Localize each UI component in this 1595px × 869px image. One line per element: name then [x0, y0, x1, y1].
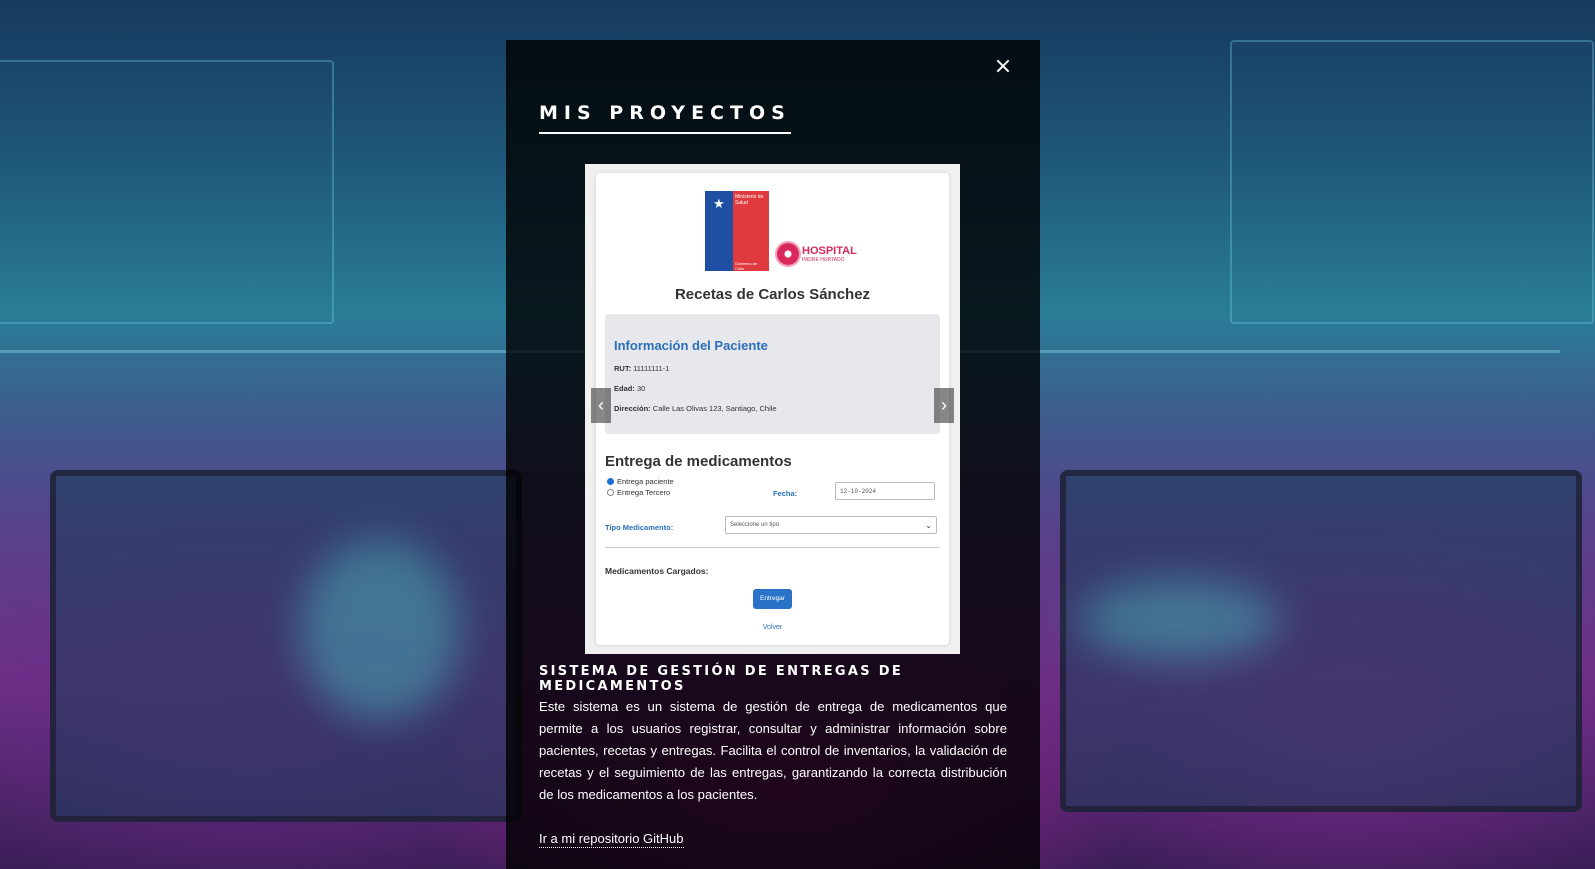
divider — [605, 547, 940, 548]
patient-direccion: Dirección: Calle Las Olivas 123, Santiag… — [614, 404, 777, 413]
recetas-title: Recetas de Carlos Sánchez — [674, 286, 871, 303]
chevron-down-icon: ⌄ — [925, 521, 932, 530]
fecha-label: Fecha: — [773, 489, 798, 498]
ministerio-salud-logo: ★ Ministerio de Salud Gobierno de Chile — [705, 191, 769, 271]
tipo-medicamento-label: Tipo Medicamento: — [605, 523, 674, 532]
chevron-right-icon[interactable]: › — [934, 388, 954, 423]
entregar-button[interactable]: Entregar — [753, 589, 792, 609]
chevron-left-icon[interactable]: ‹ — [591, 388, 611, 423]
project-title: SISTEMA DE GESTIÓN DE ENTREGAS DE MEDICA… — [539, 664, 904, 694]
entrega-title: Entrega de medicamentos — [605, 453, 792, 470]
modal-title: MIS PROYECTOS — [539, 102, 791, 134]
radio-entrega-paciente[interactable]: Entrega paciente — [607, 477, 674, 486]
patient-edad: Edad: 30 — [614, 384, 646, 393]
patient-info-box: Información del Paciente RUT: 11111111-1… — [605, 314, 940, 434]
patient-info-title: Información del Paciente — [614, 338, 768, 353]
project-description: Este sistema es un sistema de gestión de… — [539, 699, 1007, 802]
radio-entrega-tercero[interactable]: Entrega Tercero — [607, 488, 670, 497]
project-carousel: ★ Ministerio de Salud Gobierno de Chile … — [585, 164, 960, 654]
projects-modal: MIS PROYECTOS ★ Ministerio de Salud Gobi… — [506, 40, 1040, 869]
medicamentos-cargados-label: Medicamentos Cargados: — [605, 566, 709, 576]
close-icon[interactable] — [992, 56, 1014, 78]
background-glow — [300, 540, 460, 720]
hospital-flower-icon — [777, 243, 799, 265]
background-panel — [0, 60, 334, 324]
hospital-logo: HOSPITAL PADRE HURTADO — [777, 238, 857, 270]
github-repo-link[interactable]: Ir a mi repositorio GitHub — [539, 831, 684, 848]
carousel-slide: ★ Ministerio de Salud Gobierno de Chile … — [596, 173, 949, 645]
tipo-medicamento-select[interactable]: Seleccione un tipo ⌄ — [725, 516, 937, 534]
patient-rut: RUT: 11111111-1 — [614, 364, 670, 373]
background-glow — [1080, 580, 1280, 660]
fecha-input[interactable]: 12-10-2024 — [835, 482, 935, 500]
background-panel — [1230, 40, 1594, 324]
volver-link[interactable]: Volver — [596, 624, 949, 631]
